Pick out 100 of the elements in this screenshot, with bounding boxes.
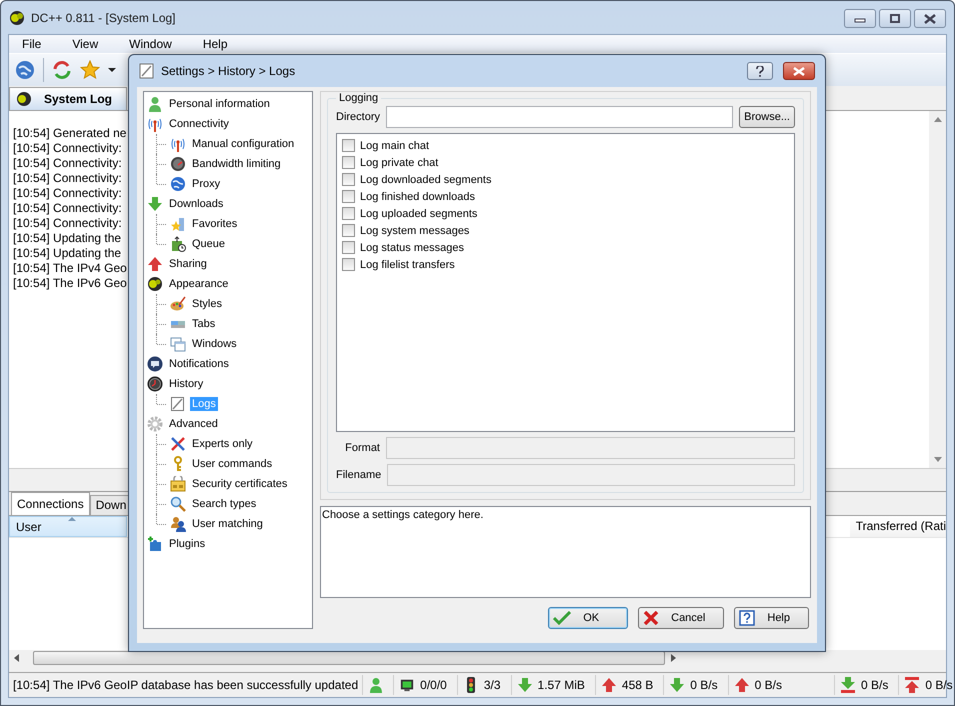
directory-field[interactable]: [386, 106, 734, 128]
checkbox[interactable]: [342, 258, 355, 271]
menu-item[interactable]: File: [15, 37, 48, 51]
queue-icon: [170, 236, 186, 252]
tree-item[interactable]: Downloads: [167, 197, 226, 211]
checkbox[interactable]: [342, 156, 355, 169]
menu-item[interactable]: Help: [196, 37, 235, 51]
tree-item[interactable]: User matching: [190, 517, 265, 531]
tools-icon: [170, 436, 186, 452]
tree-item[interactable]: Advanced: [167, 417, 220, 431]
vertical-scrollbar[interactable]: [929, 111, 946, 468]
antenna-icon: [170, 136, 186, 152]
help-button[interactable]: [747, 62, 773, 80]
log-line: [10:54] Connectivity:: [13, 216, 122, 231]
maximize-icon: [889, 14, 901, 24]
tree-item[interactable]: Bandwidth limiting: [190, 157, 283, 171]
log-line: [10:54] Connectivity:: [13, 141, 122, 156]
download-limit-icon: [840, 677, 855, 693]
log-line: [10:54] Updating the: [13, 246, 122, 261]
column-header[interactable]: User: [9, 516, 127, 537]
checkbox[interactable]: [342, 139, 355, 152]
tree-item[interactable]: Windows: [190, 337, 239, 351]
minimize-button[interactable]: [844, 9, 876, 28]
up-arrow-icon: [734, 677, 749, 693]
palette-icon: [170, 296, 186, 312]
menu-item[interactable]: View: [65, 37, 106, 51]
checkbox[interactable]: [342, 190, 355, 203]
globe-icon[interactable]: [15, 60, 35, 80]
close-button[interactable]: [914, 9, 946, 28]
globe-icon: [170, 176, 186, 192]
tree-item[interactable]: Sharing: [167, 257, 209, 271]
tree-item[interactable]: Notifications: [167, 357, 231, 371]
log-line: [10:54] Generated ne: [13, 126, 126, 141]
browse-button[interactable]: Browse...: [739, 106, 795, 128]
scroll-up-arrow-icon[interactable]: [934, 117, 942, 122]
checkbox[interactable]: [342, 207, 355, 220]
checkbox[interactable]: [342, 224, 355, 237]
windows-icon: [170, 336, 186, 352]
checkbox[interactable]: [342, 173, 355, 186]
close-icon: [923, 14, 937, 24]
cross-icon: [643, 611, 660, 625]
status-value: 0 B/s: [925, 678, 953, 692]
option-label: Log downloaded segments: [360, 174, 492, 186]
option-label: Log private chat: [360, 156, 438, 168]
maximize-button[interactable]: [879, 9, 911, 28]
tree-item[interactable]: Styles: [190, 297, 224, 311]
tree-item[interactable]: Queue: [190, 237, 228, 251]
tree-item[interactable]: Appearance: [167, 277, 230, 291]
log-line: [10:54] Connectivity:: [13, 156, 122, 171]
window-title: DC++ 0.811 - [System Log]: [31, 10, 176, 24]
tree-item[interactable]: Plugins: [167, 537, 208, 551]
tree-item[interactable]: Connectivity: [167, 117, 231, 131]
app-logo-icon: [9, 10, 25, 26]
horizontal-scrollbar[interactable]: [9, 650, 946, 666]
option-label: Log system messages: [360, 224, 470, 236]
status-value: 1.57 MiB: [538, 678, 585, 692]
tab[interactable]: Connections: [11, 492, 90, 515]
checkmark-icon: [553, 611, 572, 625]
option-label: Log main chat: [360, 140, 430, 152]
option-label: Log finished downloads: [360, 190, 475, 202]
ok-button[interactable]: OK: [548, 607, 628, 629]
star-icon[interactable]: [80, 60, 100, 80]
scroll-left-arrow-icon[interactable]: [14, 654, 19, 662]
field-label: Format: [344, 441, 380, 455]
upload-limit-icon: [905, 677, 920, 693]
tree-item[interactable]: Tabs: [190, 317, 218, 331]
tree-item[interactable]: Search types: [190, 497, 258, 511]
tree-item[interactable]: Favorites: [190, 217, 240, 231]
tree-item[interactable]: Personal information: [167, 97, 272, 111]
log-line: [10:54] Updating the: [13, 231, 122, 246]
status-value: 0 B/s: [690, 678, 718, 692]
dialog-title: Settings > History > Logs: [161, 64, 296, 78]
status-message: [10:54] The IPv6 GeoIP database has been successfully updated: [12, 678, 360, 692]
user-icon: [369, 677, 384, 693]
tree-item[interactable]: Manual configuration: [190, 137, 296, 151]
field-label: Filename: [336, 468, 382, 482]
checkbox[interactable]: [342, 241, 355, 254]
sort-arrow-icon: [68, 517, 76, 521]
status-value: 0/0/0: [420, 678, 447, 692]
tree-item[interactable]: Proxy: [190, 177, 222, 191]
caret-icon[interactable]: [108, 68, 116, 72]
speech-bubble-icon: [147, 356, 163, 372]
certificate-icon: [170, 476, 186, 492]
ball-icon: [147, 276, 163, 292]
tree-item[interactable]: History: [167, 377, 206, 391]
refresh-icon[interactable]: [52, 60, 72, 80]
window-tab[interactable]: System Log: [9, 87, 127, 110]
tree-item[interactable]: Experts only: [190, 437, 255, 451]
menu-item[interactable]: Window: [122, 37, 179, 51]
tree-item[interactable]: User commands: [190, 457, 274, 471]
star-folder-icon: [170, 216, 186, 232]
log-line: [10:54] Connectivity:: [13, 186, 122, 201]
log-line: [10:54] Connectivity:: [13, 171, 122, 186]
tree-item[interactable]: Security certificates: [190, 477, 290, 491]
scroll-down-arrow-icon[interactable]: [934, 457, 942, 462]
help-button[interactable]: Help: [734, 607, 809, 629]
close-button[interactable]: [783, 62, 815, 80]
cancel-button[interactable]: Cancel: [638, 607, 724, 629]
clock-icon: [147, 376, 163, 392]
scroll-right-arrow-icon[interactable]: [671, 654, 676, 662]
